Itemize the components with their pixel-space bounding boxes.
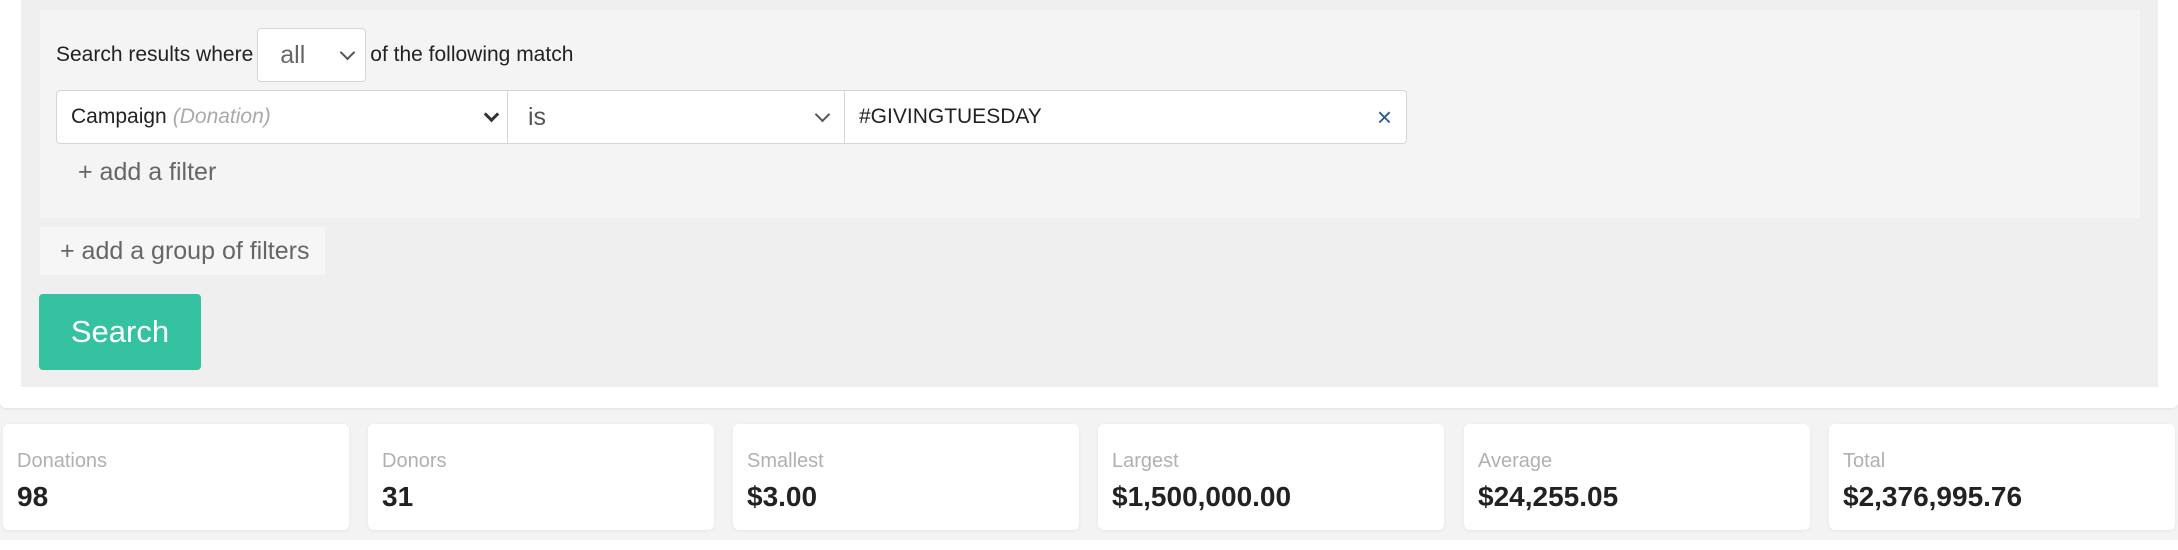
match-row: Search results where all of the followin… <box>56 28 573 82</box>
field-select[interactable]: Campaign (Donation) <box>57 91 508 143</box>
match-mode-select[interactable]: all <box>257 28 367 82</box>
stat-value: $24,255.05 <box>1478 481 1619 512</box>
stat-value: 98 <box>17 481 49 512</box>
match-suffix: of the following match <box>370 43 574 66</box>
stat-card-largest: Largest $1,500,000.00 <box>1098 424 1444 530</box>
chevron-down-icon <box>483 106 500 122</box>
add-group-button[interactable]: + add a group of filters <box>40 227 325 275</box>
chevron-down-icon <box>814 106 831 122</box>
stat-value: $3.00 <box>747 481 818 512</box>
stat-value: $2,376,995.76 <box>1843 481 2023 512</box>
field-hint: (Donation) <box>172 105 271 128</box>
stat-value: 31 <box>382 481 414 512</box>
stats-row: Donations 98 Donors 31 Smallest $3.00 La… <box>3 424 2178 530</box>
operator-select[interactable]: is <box>508 91 845 143</box>
match-mode-value: all <box>280 40 306 69</box>
next-panel-edge <box>0 540 2178 550</box>
operator-value: is <box>528 102 547 131</box>
stat-card-total: Total $2,376,995.76 <box>1829 424 2175 530</box>
filter-row: Campaign (Donation) is #GIVINGTUESDAY × <box>56 90 1407 144</box>
stat-card-donations: Donations 98 <box>3 424 349 530</box>
stat-label: Donations <box>17 450 108 472</box>
stat-card-donors: Donors 31 <box>368 424 714 530</box>
search-button[interactable]: Search <box>39 294 201 370</box>
close-icon[interactable]: × <box>1377 104 1392 130</box>
stat-card-average: Average $24,255.05 <box>1464 424 1810 530</box>
value-text: #GIVINGTUESDAY <box>859 105 1042 128</box>
chevron-down-icon <box>339 44 356 60</box>
match-prefix: Search results where <box>56 43 254 66</box>
field-name: Campaign <box>71 105 167 128</box>
stat-label: Average <box>1478 450 1553 472</box>
stat-label: Donors <box>382 450 447 472</box>
stat-label: Largest <box>1112 450 1179 472</box>
add-filter-link[interactable]: + add a filter <box>78 158 216 187</box>
value-input[interactable]: #GIVINGTUESDAY × <box>845 91 1406 143</box>
stat-label: Total <box>1843 450 1886 472</box>
stat-label: Smallest <box>747 450 824 472</box>
stat-value: $1,500,000.00 <box>1112 481 1292 512</box>
field-select-label: Campaign (Donation) <box>71 105 271 129</box>
stat-card-smallest: Smallest $3.00 <box>733 424 1079 530</box>
add-group-label: + add a group of filters <box>60 236 310 265</box>
